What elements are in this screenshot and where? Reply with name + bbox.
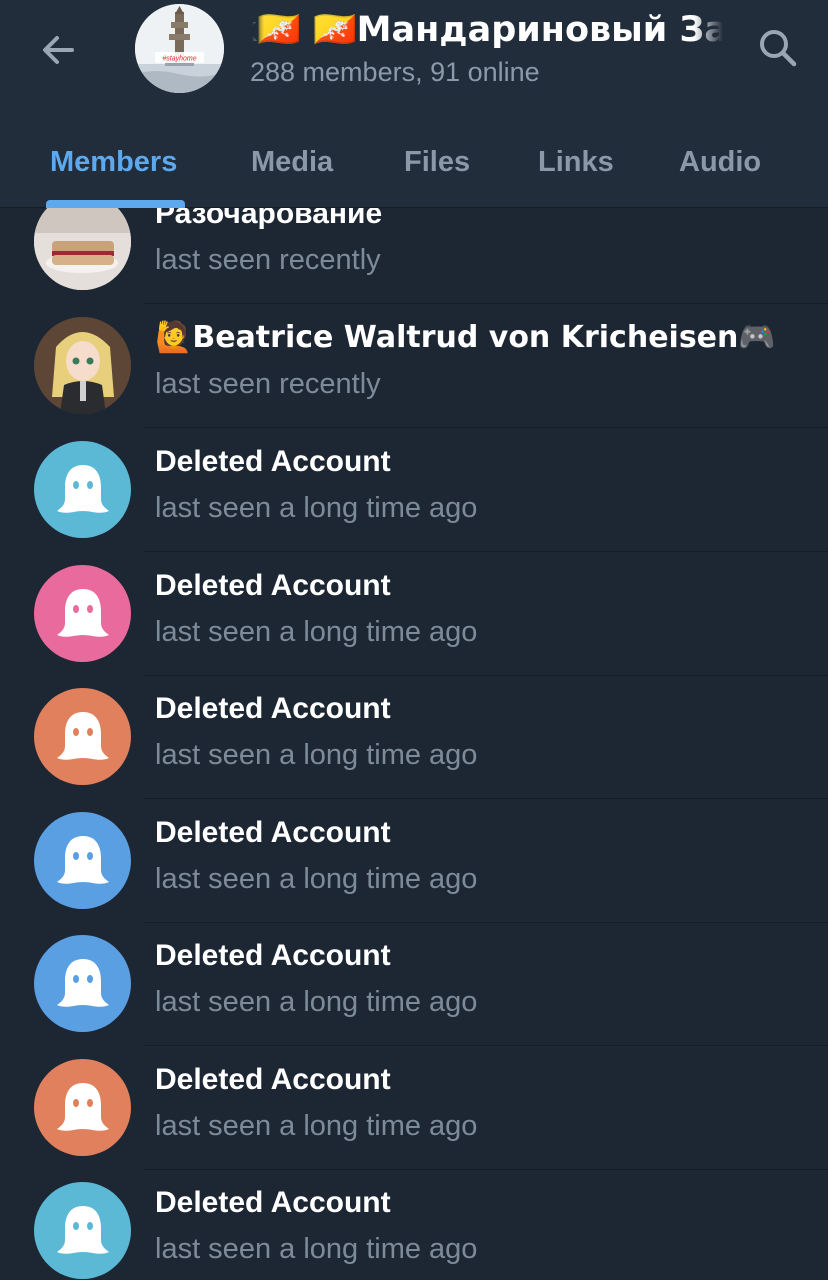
tab-members[interactable]: Members (50, 142, 177, 182)
list-item[interactable]: Deleted Account last seen a long time ag… (0, 1046, 828, 1170)
member-status: last seen recently (155, 368, 381, 400)
member-status: last seen a long time ago (155, 986, 478, 1018)
search-icon (760, 30, 797, 67)
chat-title-text: к🇧🇹 🇧🇹Мандариновый За (250, 10, 728, 50)
avatar (34, 935, 131, 1032)
avatar (34, 317, 131, 414)
photo-anime-image (34, 317, 131, 414)
ghost-icon (56, 711, 109, 760)
list-item[interactable]: Deleted Account last seen a long time ag… (0, 1169, 828, 1280)
members-list[interactable]: Разочарование last seen recently 🙋Beatri… (0, 208, 828, 1280)
tab-files[interactable]: Files (404, 142, 470, 182)
member-name: Deleted Account (155, 816, 391, 849)
list-item[interactable]: Deleted Account last seen a long time ag… (0, 428, 828, 552)
photo-sandwich-image (34, 208, 131, 290)
ghost-icon (56, 464, 109, 513)
group-avatar[interactable]: #stayhome (135, 4, 224, 93)
ghost-icon (56, 958, 109, 1007)
title-fade-right (694, 8, 728, 52)
avatar (34, 812, 131, 909)
member-status: last seen recently (155, 244, 381, 276)
avatar (34, 688, 131, 785)
ghost-icon (56, 588, 109, 637)
tab-audio[interactable]: Audio (679, 142, 761, 182)
member-status: last seen a long time ago (155, 739, 478, 771)
tab-links[interactable]: Links (538, 142, 614, 182)
tab-indicator (46, 200, 185, 208)
chat-subtitle: 288 members, 91 online (250, 57, 540, 87)
list-item[interactable]: Разочарование last seen recently (0, 208, 828, 304)
chat-title: к🇧🇹 🇧🇹Мандариновый За (250, 8, 728, 52)
arrow-left-icon (43, 36, 74, 64)
tab-media[interactable]: Media (251, 142, 333, 182)
search-button[interactable] (748, 18, 808, 78)
chat-header: #stayhome к🇧🇹 🇧🇹Мандариновый За 288 memb… (0, 0, 828, 208)
group-avatar-image: #stayhome (135, 4, 224, 93)
list-item[interactable]: Deleted Account last seen a long time ag… (0, 799, 828, 923)
member-name: Deleted Account (155, 569, 391, 602)
media-tabs: Members Media Files Links Audio (0, 122, 828, 208)
list-item[interactable]: Deleted Account last seen a long time ag… (0, 552, 828, 676)
member-name: Deleted Account (155, 445, 391, 478)
list-item[interactable]: Deleted Account last seen a long time ag… (0, 922, 828, 1046)
avatar (34, 565, 131, 662)
member-name: Deleted Account (155, 692, 391, 725)
ghost-icon (56, 1205, 109, 1254)
back-button[interactable] (30, 22, 86, 78)
member-name: 🙋Beatrice Waltrud von Kricheisen🎮 (155, 320, 776, 355)
avatar (34, 1059, 131, 1156)
avatar (34, 441, 131, 538)
member-status: last seen a long time ago (155, 492, 478, 524)
member-name: Разочарование (155, 208, 383, 230)
list-item[interactable]: 🙋Beatrice Waltrud von Kricheisen🎮 last s… (0, 304, 828, 428)
ghost-icon (56, 1082, 109, 1131)
list-item[interactable]: Deleted Account last seen a long time ag… (0, 675, 828, 799)
member-status: last seen a long time ago (155, 1233, 478, 1265)
avatar (34, 1182, 131, 1279)
svg-text:#stayhome: #stayhome (162, 56, 196, 63)
member-status: last seen a long time ago (155, 1110, 478, 1142)
member-status: last seen a long time ago (155, 616, 478, 648)
member-name: Deleted Account (155, 1186, 391, 1219)
member-name: Deleted Account (155, 939, 391, 972)
member-status: last seen a long time ago (155, 863, 478, 895)
member-name: Deleted Account (155, 1063, 391, 1096)
title-fade-left (250, 8, 264, 52)
avatar (34, 208, 131, 290)
ghost-icon (56, 835, 109, 884)
